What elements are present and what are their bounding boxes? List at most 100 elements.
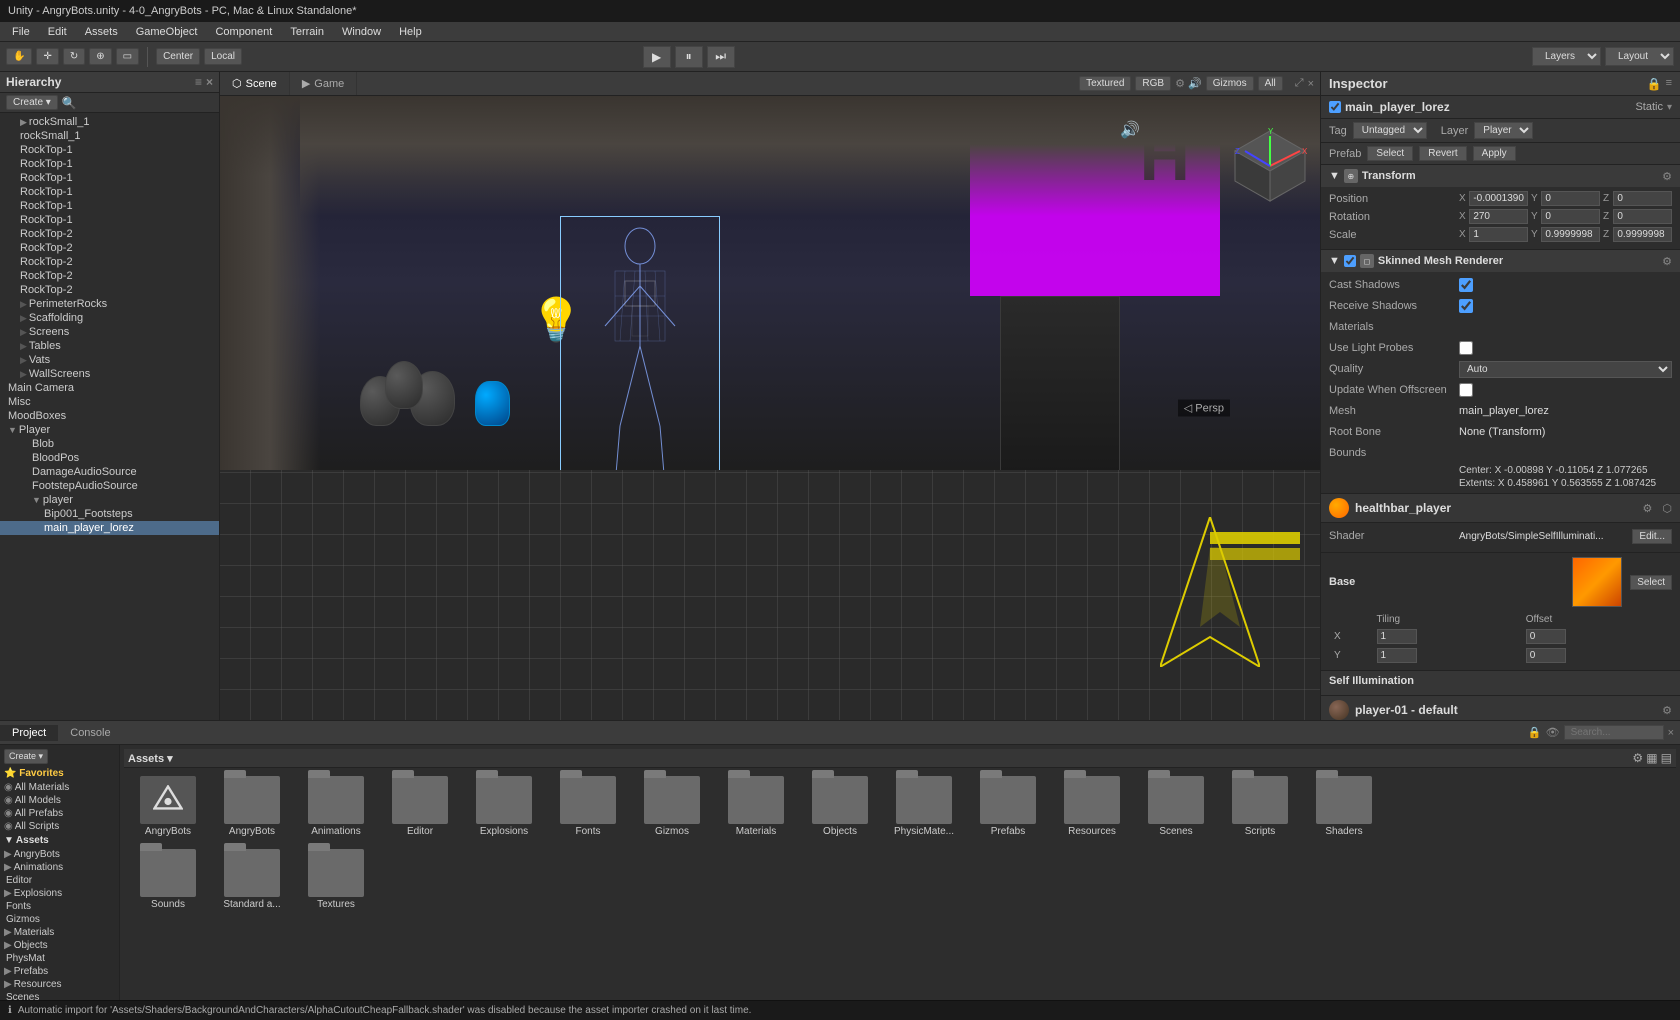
inspector-lock-icon[interactable]: 🔒 xyxy=(1647,77,1662,91)
hierarchy-item[interactable]: Blob xyxy=(0,437,219,451)
asset-objects[interactable]: Objects xyxy=(800,772,880,841)
rotate-tool[interactable]: ↻ xyxy=(63,48,85,65)
asset-sounds[interactable]: Sounds xyxy=(128,845,208,914)
textured-btn[interactable]: Textured xyxy=(1079,76,1131,91)
hierarchy-item[interactable]: RockTop-2 xyxy=(0,283,219,297)
hierarchy-item[interactable]: DamageAudioSource xyxy=(0,465,219,479)
apply-btn[interactable]: Apply xyxy=(1473,146,1516,161)
lock-icon[interactable]: 🔒 xyxy=(1528,726,1542,739)
tree-explosions[interactable]: ▶ Explosions xyxy=(0,887,119,900)
pause-button[interactable]: ⏸ xyxy=(675,46,703,68)
rect-tool[interactable]: ▭ xyxy=(116,48,139,65)
tab-project[interactable]: Project xyxy=(0,725,58,741)
tree-scenes[interactable]: Scenes xyxy=(0,991,119,1000)
player-mat-menu[interactable]: ⚙ xyxy=(1662,704,1672,717)
tree-editor[interactable]: Editor xyxy=(0,874,119,887)
asset-explosions[interactable]: Explosions xyxy=(464,772,544,841)
menu-window[interactable]: Window xyxy=(334,24,389,40)
transform-menu[interactable]: ⚙ xyxy=(1662,170,1672,183)
tree-physmat[interactable]: PhysMat xyxy=(0,952,119,965)
hierarchy-item[interactable]: RockTop-1 xyxy=(0,157,219,171)
base-offset-y[interactable] xyxy=(1526,648,1566,663)
asset-textures[interactable]: Textures xyxy=(296,845,376,914)
healthbar-menu[interactable]: ⚙ xyxy=(1643,502,1653,515)
rgb-btn[interactable]: RGB xyxy=(1135,76,1171,91)
pos-y[interactable] xyxy=(1541,191,1600,206)
healthbar-icon2[interactable]: ⬡ xyxy=(1662,502,1672,515)
gizmos-btn[interactable]: Gizmos xyxy=(1206,76,1254,91)
base-offset-x[interactable] xyxy=(1526,629,1566,644)
eye-icon[interactable]: 👁 xyxy=(1546,726,1560,739)
hierarchy-item[interactable]: Bip001_Footsteps xyxy=(0,507,219,521)
tree-all-models[interactable]: ◉ All Models xyxy=(0,794,119,807)
hierarchy-item[interactable]: ▶rockSmall_1 xyxy=(0,115,219,129)
scale-z[interactable] xyxy=(1613,227,1672,242)
tree-gizmos[interactable]: Gizmos xyxy=(0,913,119,926)
hierarchy-item[interactable]: FootstepAudioSource xyxy=(0,479,219,493)
asset-editor[interactable]: Editor xyxy=(380,772,460,841)
hierarchy-item[interactable]: ▶Screens xyxy=(0,325,219,339)
maximize-icon[interactable]: ⤢ xyxy=(1295,77,1304,90)
obj-active-checkbox[interactable] xyxy=(1329,101,1341,113)
hierarchy-close[interactable]: × xyxy=(206,75,213,89)
asset-physicmate[interactable]: PhysicMate... xyxy=(884,772,964,841)
hierarchy-item[interactable]: RockTop-2 xyxy=(0,241,219,255)
asset-standard[interactable]: Standard a... xyxy=(212,845,292,914)
menu-terrain[interactable]: Terrain xyxy=(282,24,332,40)
base-tiling-x[interactable] xyxy=(1377,629,1417,644)
asset-shaders[interactable]: Shaders xyxy=(1304,772,1384,841)
hierarchy-item-misc[interactable]: Misc xyxy=(0,395,219,409)
tree-fonts[interactable]: Fonts xyxy=(0,900,119,913)
tree-resources[interactable]: ▶ Resources xyxy=(0,978,119,991)
hierarchy-item[interactable]: BloodPos xyxy=(0,451,219,465)
skinned-menu[interactable]: ⚙ xyxy=(1662,255,1672,268)
assets-icon3[interactable]: ▤ xyxy=(1661,751,1672,765)
tag-dropdown[interactable]: Untagged xyxy=(1353,122,1427,139)
tab-game[interactable]: ▶ Game xyxy=(290,72,357,95)
hierarchy-item[interactable]: RockTop-1 xyxy=(0,171,219,185)
assets-icon2[interactable]: ▦ xyxy=(1646,751,1657,765)
rot-x[interactable] xyxy=(1469,209,1528,224)
base-tiling-y[interactable] xyxy=(1377,648,1417,663)
receive-shadows-checkbox[interactable] xyxy=(1459,299,1473,313)
hierarchy-create-btn[interactable]: Create ▾ xyxy=(6,95,58,110)
scale-y[interactable] xyxy=(1541,227,1600,242)
tab-console[interactable]: Console xyxy=(58,725,122,741)
update-offscreen-checkbox[interactable] xyxy=(1459,383,1473,397)
asset-scenes[interactable]: Scenes xyxy=(1136,772,1216,841)
hierarchy-item[interactable]: RockTop-2 xyxy=(0,269,219,283)
hierarchy-item-player[interactable]: ▼Player xyxy=(0,423,219,437)
base-select-btn[interactable]: Select xyxy=(1630,575,1672,590)
tree-all-scripts[interactable]: ◉ All Scripts xyxy=(0,820,119,833)
tree-animations[interactable]: ▶ Animations xyxy=(0,861,119,874)
hierarchy-item[interactable]: ▶Vats xyxy=(0,353,219,367)
hierarchy-item[interactable]: RockTop-1 xyxy=(0,213,219,227)
hierarchy-item[interactable]: RockTop-2 xyxy=(0,255,219,269)
pivot-btn[interactable]: Center xyxy=(156,48,200,65)
asset-angrybots[interactable]: AngryBots xyxy=(212,772,292,841)
inspector-menu-icon[interactable]: ≡ xyxy=(1666,77,1672,91)
cast-shadows-checkbox[interactable] xyxy=(1459,278,1473,292)
hierarchy-item-maincamera[interactable]: Main Camera xyxy=(0,381,219,395)
hierarchy-item[interactable]: RockTop-1 xyxy=(0,185,219,199)
asset-prefabs[interactable]: Prefabs xyxy=(968,772,1048,841)
rot-y[interactable] xyxy=(1541,209,1600,224)
all-btn[interactable]: All xyxy=(1258,76,1283,91)
asset-scripts[interactable]: Scripts xyxy=(1220,772,1300,841)
menu-help[interactable]: Help xyxy=(391,24,430,40)
menu-gameobject[interactable]: GameObject xyxy=(128,24,206,40)
static-arrow[interactable]: ▾ xyxy=(1667,102,1672,113)
quality-select[interactable]: Auto xyxy=(1459,361,1672,378)
hierarchy-item-main-player-lorez[interactable]: main_player_lorez xyxy=(0,521,219,535)
move-tool[interactable]: ✛ xyxy=(36,48,58,65)
asset-gizmos[interactable]: Gizmos xyxy=(632,772,712,841)
hierarchy-item-scaffolding[interactable]: ▶Scaffolding xyxy=(0,311,219,325)
menu-file[interactable]: File xyxy=(4,24,38,40)
hierarchy-item[interactable]: RockTop-2 xyxy=(0,227,219,241)
tree-materials[interactable]: ▶ Materials xyxy=(0,926,119,939)
hierarchy-item-moodboxes[interactable]: MoodBoxes xyxy=(0,409,219,423)
asset-materials[interactable]: Materials xyxy=(716,772,796,841)
proj-create-btn[interactable]: Create ▾ xyxy=(4,749,48,764)
revert-btn[interactable]: Revert xyxy=(1419,146,1466,161)
select-btn[interactable]: Select xyxy=(1367,146,1413,161)
